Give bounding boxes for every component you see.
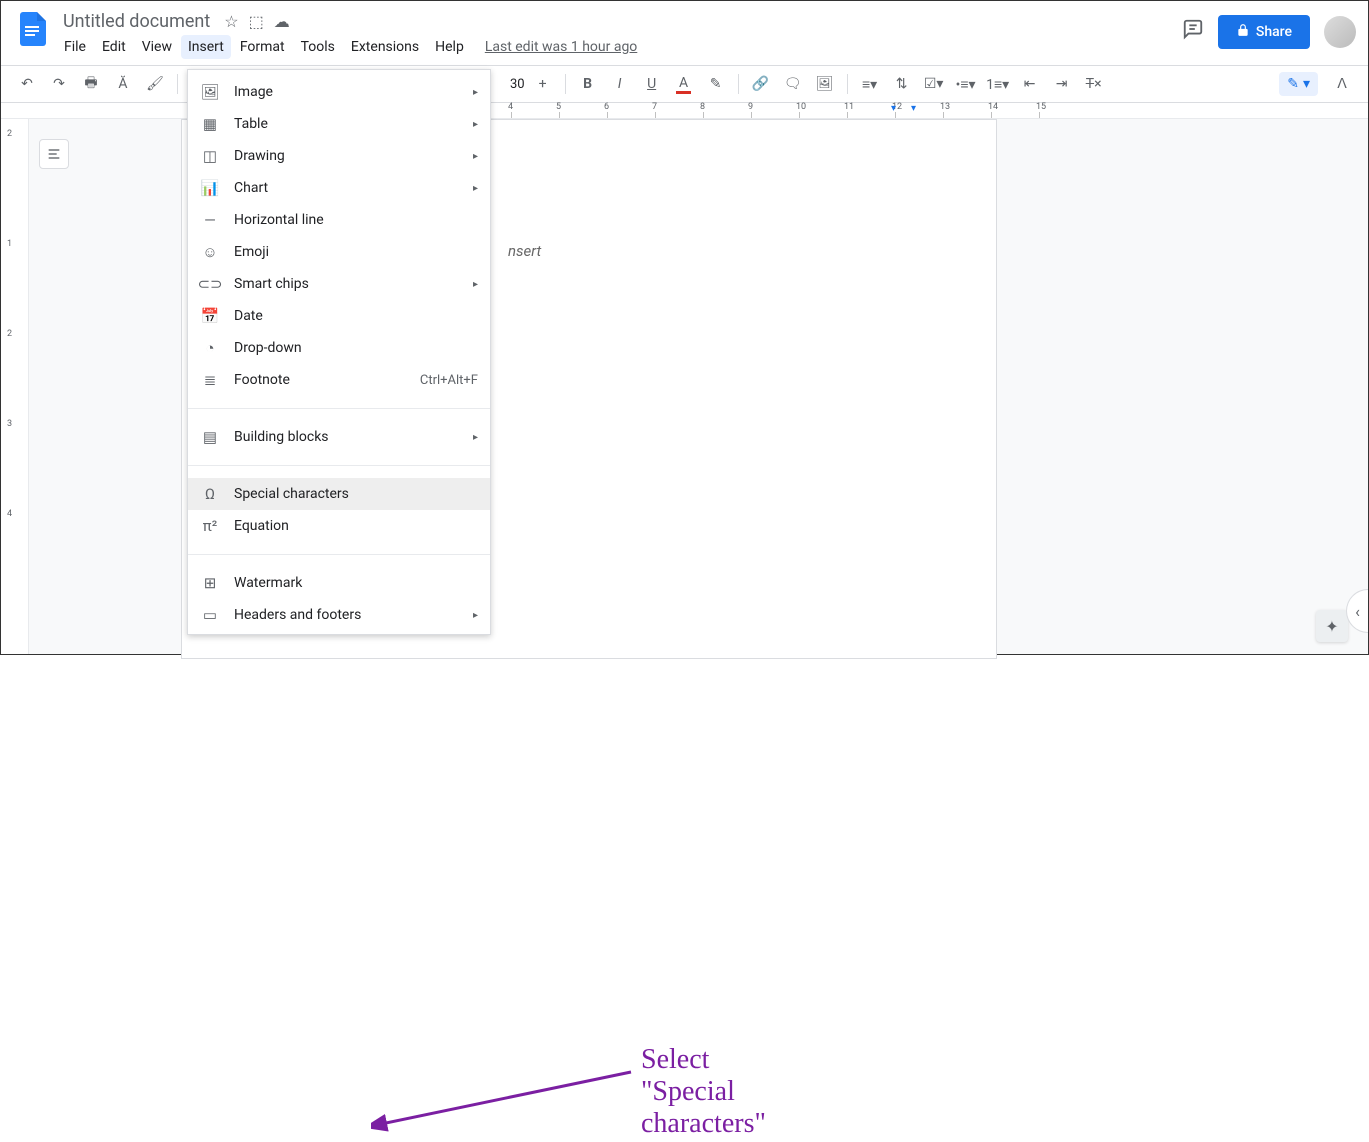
horizontal-line-icon: — <box>200 211 220 229</box>
table-icon: ▦ <box>200 115 220 133</box>
move-icon[interactable]: ⬚ <box>249 12 264 31</box>
chevron-right-icon: ▸ <box>473 119 478 130</box>
share-label: Share <box>1256 24 1292 40</box>
chevron-right-icon: ▸ <box>473 151 478 162</box>
chevron-right-icon: ▸ <box>473 432 478 443</box>
insert-link-button[interactable]: 🔗 <box>747 70 775 98</box>
menu-separator <box>188 554 490 555</box>
document-outline-button[interactable] <box>39 139 69 169</box>
decrease-indent-button[interactable]: ⇤ <box>1016 70 1044 98</box>
headers-icon: ▭ <box>200 606 220 624</box>
lock-icon <box>1236 23 1250 41</box>
indent-marker-left[interactable]: ▾ <box>891 103 896 114</box>
chevron-down-icon: ▾ <box>1303 76 1310 92</box>
explore-button[interactable]: ✦ <box>1316 610 1348 642</box>
clear-format-button[interactable]: T× <box>1080 70 1108 98</box>
footnote-icon: ≣ <box>200 371 220 389</box>
zoom-select[interactable]: 30 <box>510 77 525 92</box>
add-comment-button[interactable]: 🗨 <box>779 70 807 98</box>
chart-icon: 📊 <box>200 179 220 197</box>
print-button[interactable]: 🖶 <box>77 70 105 98</box>
menu-file[interactable]: File <box>57 35 93 59</box>
watermark-icon: ⊞ <box>200 574 220 592</box>
menu-help[interactable]: Help <box>428 35 471 59</box>
smart-chips-icon: ⊂⊃ <box>200 275 220 293</box>
pencil-icon: ✎ <box>1287 76 1299 92</box>
insert-page-numbers-item[interactable]: # Page numbers ▸ <box>188 631 490 635</box>
menu-format[interactable]: Format <box>233 35 292 59</box>
page-hint-text: nsert <box>508 242 541 260</box>
comments-icon[interactable] <box>1182 18 1204 46</box>
dropdown-icon: ◔ <box>200 339 220 357</box>
editing-mode-button[interactable]: ✎ ▾ <box>1279 72 1318 96</box>
star-icon[interactable]: ☆ <box>224 12 238 31</box>
omega-icon: Ω <box>200 485 220 503</box>
vertical-ruler[interactable]: 2 1 2 3 4 <box>1 119 29 654</box>
indent-marker-right[interactable]: ▾ <box>911 103 916 114</box>
insert-chart-item[interactable]: 📊 Chart ▸ <box>188 172 490 204</box>
insert-image-button[interactable]: 🖼 <box>811 70 839 98</box>
cloud-saved-icon[interactable]: ☁ <box>274 12 290 31</box>
checklist-button[interactable]: ☑▾ <box>920 70 948 98</box>
bold-button[interactable]: B <box>574 70 602 98</box>
chevron-right-icon: ▸ <box>473 183 478 194</box>
italic-button[interactable]: I <box>606 70 634 98</box>
insert-emoji-item[interactable]: ☺ Emoji <box>188 236 490 268</box>
redo-button[interactable]: ↷ <box>45 70 73 98</box>
menu-edit[interactable]: Edit <box>95 35 133 59</box>
numbered-list-button[interactable]: 1≡▾ <box>984 70 1012 98</box>
menu-separator <box>188 465 490 466</box>
insert-equation-item[interactable]: π² Equation <box>188 510 490 542</box>
emoji-icon: ☺ <box>200 243 220 261</box>
align-button[interactable]: ≡▾ <box>856 70 884 98</box>
bulleted-list-button[interactable]: •≡▾ <box>952 70 980 98</box>
insert-horizontal-line-item[interactable]: — Horizontal line <box>188 204 490 236</box>
calendar-icon: 📅 <box>200 307 220 325</box>
chevron-right-icon: ▸ <box>473 87 478 98</box>
menu-tools[interactable]: Tools <box>294 35 342 59</box>
spellcheck-button[interactable]: Ӑ <box>109 70 137 98</box>
insert-table-item[interactable]: ▦ Table ▸ <box>188 108 490 140</box>
insert-watermark-item[interactable]: ⊞ Watermark <box>188 567 490 599</box>
undo-button[interactable]: ↶ <box>13 70 41 98</box>
chevron-right-icon: ▸ <box>473 610 478 621</box>
building-blocks-icon: ▤ <box>200 428 220 446</box>
annotation-arrow <box>371 1062 641 1142</box>
insert-date-item[interactable]: 📅 Date <box>188 300 490 332</box>
insert-special-characters-item[interactable]: Ω Special characters <box>188 478 490 510</box>
annotation-text: Select "Special characters" <box>641 1044 766 1140</box>
shortcut-text: Ctrl+Alt+F <box>420 373 478 388</box>
menu-extensions[interactable]: Extensions <box>344 35 426 59</box>
pi-icon: π² <box>200 517 220 535</box>
insert-image-item[interactable]: 🖼 Image ▸ <box>188 76 490 108</box>
text-color-button[interactable]: A <box>670 70 698 98</box>
increase-indent-button[interactable]: ⇥ <box>1048 70 1076 98</box>
zoom-increase[interactable]: + <box>529 70 557 98</box>
insert-footnote-item[interactable]: ≣ Footnote Ctrl+Alt+F <box>188 364 490 396</box>
insert-smart-chips-item[interactable]: ⊂⊃ Smart chips ▸ <box>188 268 490 300</box>
insert-drawing-item[interactable]: ◫ Drawing ▸ <box>188 140 490 172</box>
insert-menu-dropdown: 🖼 Image ▸ ▦ Table ▸ ◫ Drawing ▸ 📊 Chart … <box>187 69 491 635</box>
menubar: File Edit View Insert Format Tools Exten… <box>57 35 1182 59</box>
hide-menus-button[interactable]: ᐱ <box>1328 70 1356 98</box>
doc-title[interactable]: Untitled document <box>57 9 216 34</box>
line-spacing-button[interactable]: ⇅ <box>888 70 916 98</box>
paint-format-button[interactable]: 🖌 <box>141 70 169 98</box>
share-button[interactable]: Share <box>1218 15 1310 49</box>
highlight-button[interactable]: ✎ <box>702 70 730 98</box>
insert-headers-footers-item[interactable]: ▭ Headers and footers ▸ <box>188 599 490 631</box>
menu-insert[interactable]: Insert <box>181 35 231 59</box>
chevron-right-icon: ▸ <box>473 279 478 290</box>
insert-building-blocks-item[interactable]: ▤ Building blocks ▸ <box>188 421 490 453</box>
menu-view[interactable]: View <box>135 35 179 59</box>
drawing-icon: ◫ <box>200 147 220 165</box>
avatar[interactable] <box>1324 16 1356 48</box>
show-side-panel-button[interactable]: ‹ <box>1346 589 1368 633</box>
menu-separator <box>188 408 490 409</box>
image-icon: 🖼 <box>200 83 220 101</box>
last-edit-link[interactable]: Last edit was 1 hour ago <box>485 39 637 55</box>
underline-button[interactable]: U <box>638 70 666 98</box>
docs-logo[interactable] <box>13 9 53 49</box>
insert-dropdown-item[interactable]: ◔ Drop-down <box>188 332 490 364</box>
